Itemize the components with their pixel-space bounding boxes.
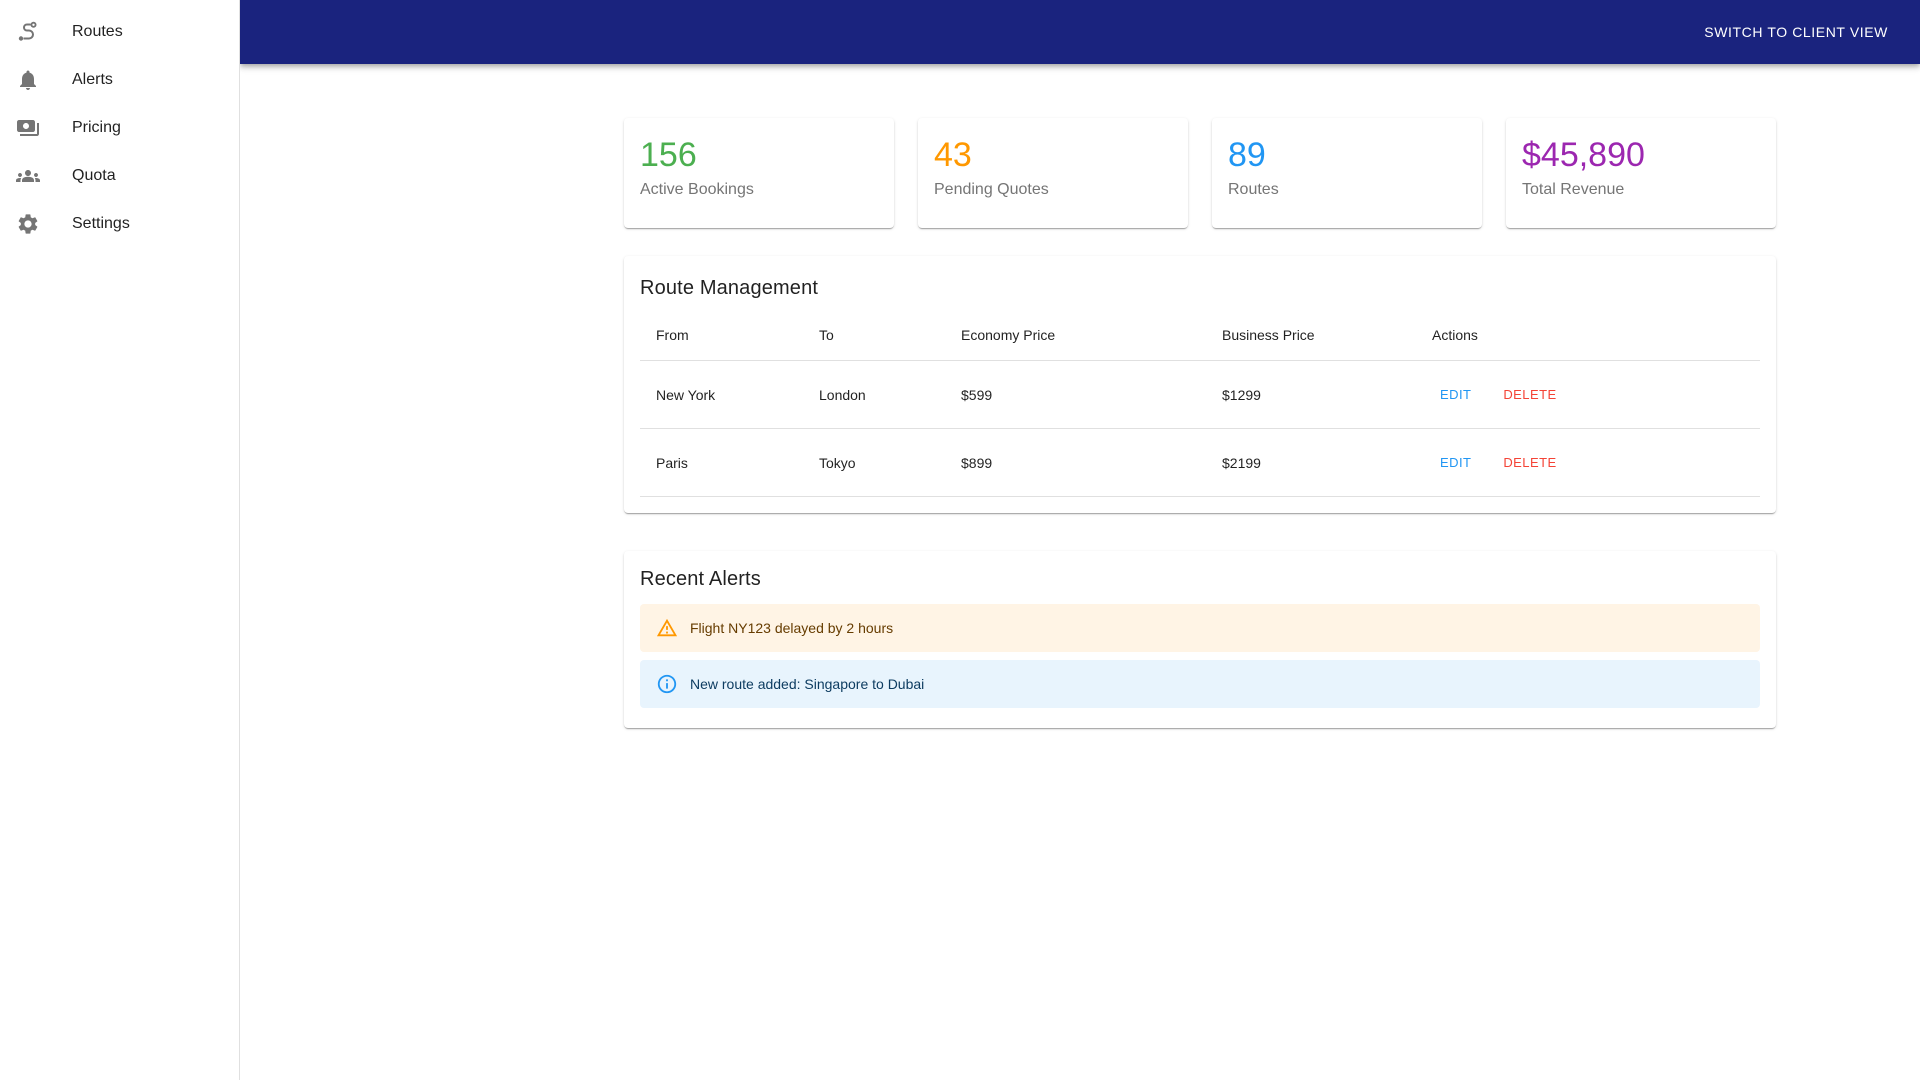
cell-from: Paris xyxy=(640,428,803,497)
recent-alerts-title: Recent Alerts xyxy=(640,568,761,590)
sidebar-item-label: Pricing xyxy=(72,119,121,136)
table-row: Paris Tokyo $899 $2199 EDIT DELETE xyxy=(640,428,1760,497)
stat-label: Active Bookings xyxy=(640,181,754,198)
info-icon xyxy=(656,673,678,695)
alert-message: Flight NY123 delayed by 2 hours xyxy=(690,620,894,636)
route-icon xyxy=(16,20,40,44)
warning-icon xyxy=(656,617,678,639)
column-header-actions: Actions xyxy=(1416,310,1760,361)
cell-business-price: $2199 xyxy=(1206,428,1416,497)
sidebar: Routes Alerts Pricing Quota Settings xyxy=(0,0,240,1080)
cell-to: Tokyo xyxy=(803,428,945,497)
route-management-title: Route Management xyxy=(640,277,819,299)
cell-economy-price: $899 xyxy=(945,428,1206,497)
alert-message: New route added: Singapore to Dubai xyxy=(690,676,925,692)
cell-economy-price: $599 xyxy=(945,360,1206,429)
stat-value: 43 xyxy=(934,136,972,174)
cell-from: New York xyxy=(640,360,803,429)
column-header-business-price: Business Price xyxy=(1206,310,1416,361)
sidebar-item-routes[interactable]: Routes xyxy=(0,8,239,56)
sidebar-item-settings[interactable]: Settings xyxy=(0,200,239,248)
stat-card-pending-quotes: 43 Pending Quotes xyxy=(918,118,1188,228)
table-row: New York London $599 $1299 EDIT DELETE xyxy=(640,360,1760,429)
sidebar-item-label: Quota xyxy=(72,167,116,184)
app-bar: SWITCH TO CLIENT VIEW xyxy=(240,0,1920,64)
stat-value: 156 xyxy=(640,136,697,174)
people-icon xyxy=(16,164,40,188)
gear-icon xyxy=(16,212,40,236)
switch-to-client-view-button[interactable]: SWITCH TO CLIENT VIEW xyxy=(1696,18,1896,46)
money-icon xyxy=(16,116,40,140)
route-management-card: Route Management From To Economy Price B… xyxy=(624,256,1776,513)
stat-value: 89 xyxy=(1228,136,1266,174)
stat-card-active-bookings: 156 Active Bookings xyxy=(624,118,894,228)
column-header-economy-price: Economy Price xyxy=(945,310,1206,361)
sidebar-item-label: Settings xyxy=(72,215,130,232)
stat-value: $45,890 xyxy=(1522,136,1645,174)
column-header-from: From xyxy=(640,310,803,361)
sidebar-item-label: Routes xyxy=(72,23,123,40)
stat-label: Total Revenue xyxy=(1522,181,1625,198)
delete-button[interactable]: DELETE xyxy=(1495,451,1564,474)
bell-icon xyxy=(16,68,40,92)
edit-button[interactable]: EDIT xyxy=(1432,451,1479,474)
stat-label: Routes xyxy=(1228,181,1279,198)
recent-alerts-card: Recent Alerts Flight NY123 delayed by 2 … xyxy=(624,551,1776,728)
sidebar-item-alerts[interactable]: Alerts xyxy=(0,56,239,104)
column-header-to: To xyxy=(803,310,945,361)
stat-card-routes: 89 Routes xyxy=(1212,118,1482,228)
sidebar-item-quota[interactable]: Quota xyxy=(0,152,239,200)
cell-business-price: $1299 xyxy=(1206,360,1416,429)
sidebar-item-pricing[interactable]: Pricing xyxy=(0,104,239,152)
stats-row: 156 Active Bookings 43 Pending Quotes 89… xyxy=(624,118,1776,228)
sidebar-item-label: Alerts xyxy=(72,71,113,88)
edit-button[interactable]: EDIT xyxy=(1432,383,1479,406)
main-content: 156 Active Bookings 43 Pending Quotes 89… xyxy=(600,64,1800,752)
routes-table: From To Economy Price Business Price Act… xyxy=(640,310,1760,497)
stat-card-total-revenue: $45,890 Total Revenue xyxy=(1506,118,1776,228)
warning-alert: Flight NY123 delayed by 2 hours xyxy=(640,604,1760,652)
delete-button[interactable]: DELETE xyxy=(1495,383,1564,406)
table-header-row: From To Economy Price Business Price Act… xyxy=(640,310,1760,361)
info-alert: New route added: Singapore to Dubai xyxy=(640,660,1760,708)
stat-label: Pending Quotes xyxy=(934,181,1049,198)
cell-to: London xyxy=(803,360,945,429)
